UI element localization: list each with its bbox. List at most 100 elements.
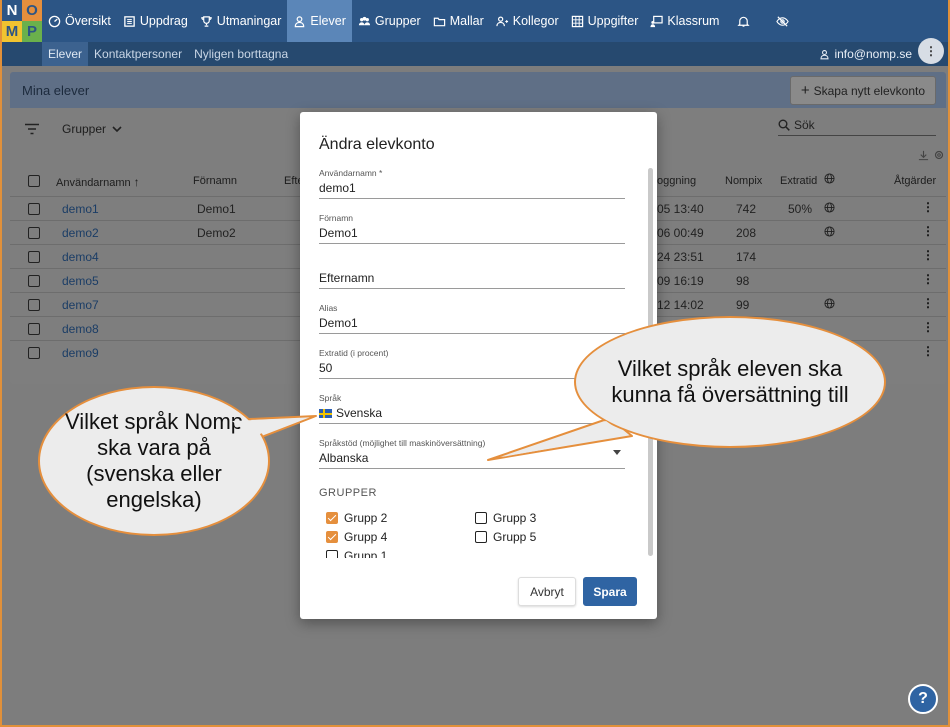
- subnav-kontaktpersoner[interactable]: Kontaktpersoner: [88, 42, 188, 66]
- subnav-elever[interactable]: Elever: [42, 42, 89, 66]
- user-email: info@nomp.se: [834, 47, 912, 61]
- row-actions-kebab-icon[interactable]: ⋮: [922, 320, 934, 334]
- colleagues-icon: [496, 16, 508, 26]
- nompix-cell: 742: [736, 202, 757, 216]
- row-checkbox[interactable]: [28, 275, 40, 287]
- row-actions-kebab-icon[interactable]: ⋮: [922, 224, 934, 238]
- field-value[interactable]: Demo1: [319, 223, 625, 243]
- row-checkbox[interactable]: [28, 203, 40, 215]
- row-checkbox[interactable]: [28, 347, 40, 359]
- row-actions-kebab-icon[interactable]: ⋮: [922, 272, 934, 286]
- username-link[interactable]: demo8: [62, 322, 99, 336]
- row-actions-kebab-icon[interactable]: ⋮: [922, 344, 934, 358]
- nav-item-grupper[interactable]: Grupper: [352, 0, 427, 42]
- user-account[interactable]: info@nomp.se: [819, 47, 912, 61]
- nompix-cell: 208: [736, 226, 757, 240]
- help-button[interactable]: ?: [908, 684, 938, 714]
- field-value[interactable]: demo1: [319, 178, 625, 198]
- group-checkbox-grupp-1[interactable]: Grupp 1: [326, 549, 387, 558]
- col-nompix[interactable]: Nompix: [725, 175, 762, 187]
- lastname-field[interactable]: Efternamn: [319, 258, 625, 289]
- eye-off-icon: [776, 15, 790, 27]
- search-input[interactable]: Sök: [778, 118, 936, 136]
- nav-item-klassrum[interactable]: Klassrum: [644, 0, 725, 42]
- subnav-nyligen-borttagna[interactable]: Nyligen borttagna: [188, 42, 294, 66]
- save-button[interactable]: Spara: [583, 577, 637, 606]
- row-checkbox[interactable]: [28, 227, 40, 239]
- checkbox-checked[interactable]: [326, 512, 338, 524]
- username-link[interactable]: demo4: [62, 250, 99, 264]
- visibility-toggle-button[interactable]: [756, 0, 795, 42]
- checkbox-unchecked[interactable]: [475, 512, 487, 524]
- username-link[interactable]: demo7: [62, 298, 99, 312]
- nav-item-label: Uppgifter: [587, 14, 639, 28]
- last-login-cell: 12 14:02: [657, 298, 704, 312]
- col-last-login[interactable]: oggning: [657, 175, 696, 187]
- left-callout-text: Vilket språk Nomp ska vara på (svenska e…: [64, 409, 244, 512]
- nav-item-oversikt[interactable]: Översikt: [42, 0, 117, 42]
- field-placeholder[interactable]: Efternamn: [319, 268, 625, 288]
- username-field[interactable]: Användarnamn * demo1: [319, 168, 625, 199]
- nav-item-label: Utmaningar: [216, 14, 282, 28]
- group-label: Grupp 5: [493, 530, 537, 544]
- select-all-checkbox[interactable]: [28, 175, 40, 187]
- nomp-logo[interactable]: N O M P: [2, 0, 42, 42]
- col-username[interactable]: Användarnamn ↑: [56, 175, 140, 189]
- username-link[interactable]: demo5: [62, 274, 99, 288]
- checkbox-checked[interactable]: [326, 531, 338, 543]
- username-link[interactable]: demo1: [62, 202, 99, 216]
- nav-item-utmaningar[interactable]: Utmaningar: [194, 0, 288, 42]
- row-checkbox[interactable]: [28, 251, 40, 263]
- row-checkbox[interactable]: [28, 323, 40, 335]
- download-icon[interactable]: [918, 150, 929, 164]
- col-firstname[interactable]: Förnamn: [193, 175, 237, 187]
- top-navigation: N O M P Översikt Uppdrag Utmaningar Elev…: [2, 0, 948, 42]
- dropdown-arrow-icon[interactable]: [613, 450, 621, 455]
- field-value[interactable]: Albanska: [319, 448, 625, 468]
- language-support-select[interactable]: Språkstöd (möjlighet till maskinöversätt…: [319, 438, 625, 469]
- group-checkbox-grupp-2[interactable]: Grupp 2: [326, 511, 387, 525]
- row-actions-kebab-icon[interactable]: ⋮: [922, 248, 934, 262]
- classroom-icon: [650, 15, 664, 27]
- gear-icon[interactable]: [933, 149, 945, 164]
- row-actions-kebab-icon[interactable]: ⋮: [922, 296, 934, 310]
- col-language-globe-icon: [824, 173, 835, 187]
- nav-item-elever[interactable]: Elever: [287, 0, 352, 42]
- nav-item-uppgifter[interactable]: Uppgifter: [565, 0, 645, 42]
- checkbox-unchecked[interactable]: [475, 531, 487, 543]
- field-label: Alias: [319, 303, 338, 313]
- username-link[interactable]: demo9: [62, 346, 99, 360]
- alias-field[interactable]: Alias Demo1: [319, 303, 625, 334]
- globe-icon: [824, 202, 835, 216]
- field-value[interactable]: Demo1: [319, 313, 625, 333]
- filter-icon[interactable]: [24, 122, 40, 140]
- nav-item-kollegor[interactable]: Kollegor: [490, 0, 565, 42]
- firstname-cell: Demo1: [197, 202, 236, 216]
- groups-filter-dropdown[interactable]: Grupper: [62, 122, 122, 136]
- notifications-button[interactable]: [725, 0, 756, 42]
- last-login-cell: 24 23:51: [657, 250, 704, 264]
- cancel-button[interactable]: Avbryt: [518, 577, 576, 606]
- col-extratid[interactable]: Extratid: [780, 175, 817, 187]
- nav-item-uppdrag[interactable]: Uppdrag: [117, 0, 194, 42]
- right-callout-bubble: Vilket språk eleven ska kunna få översät…: [574, 316, 886, 448]
- nompix-cell: 99: [736, 298, 750, 312]
- group-checkbox-grupp-4[interactable]: Grupp 4: [326, 530, 387, 544]
- page-title: Mina elever: [22, 82, 90, 98]
- firstname-field[interactable]: Förnamn Demo1: [319, 213, 625, 244]
- logo-letter-m: M: [2, 21, 22, 42]
- group-icon: [358, 16, 370, 25]
- row-checkbox[interactable]: [28, 299, 40, 311]
- nav-item-label: Klassrum: [667, 14, 720, 28]
- group-checkbox-grupp-5[interactable]: Grupp 5: [475, 530, 536, 544]
- checkbox-unchecked[interactable]: [326, 550, 338, 558]
- more-menu-button[interactable]: ⋮: [918, 38, 944, 64]
- group-checkbox-grupp-3[interactable]: Grupp 3: [475, 511, 536, 525]
- row-actions-kebab-icon[interactable]: ⋮: [922, 200, 934, 214]
- last-login-cell: 09 16:19: [657, 274, 704, 288]
- globe-icon: [824, 298, 835, 312]
- create-student-button[interactable]: + Skapa nytt elevkonto: [789, 76, 936, 105]
- username-link[interactable]: demo2: [62, 226, 99, 240]
- field-value[interactable]: Svenska: [319, 403, 625, 423]
- nav-item-mallar[interactable]: Mallar: [427, 0, 490, 42]
